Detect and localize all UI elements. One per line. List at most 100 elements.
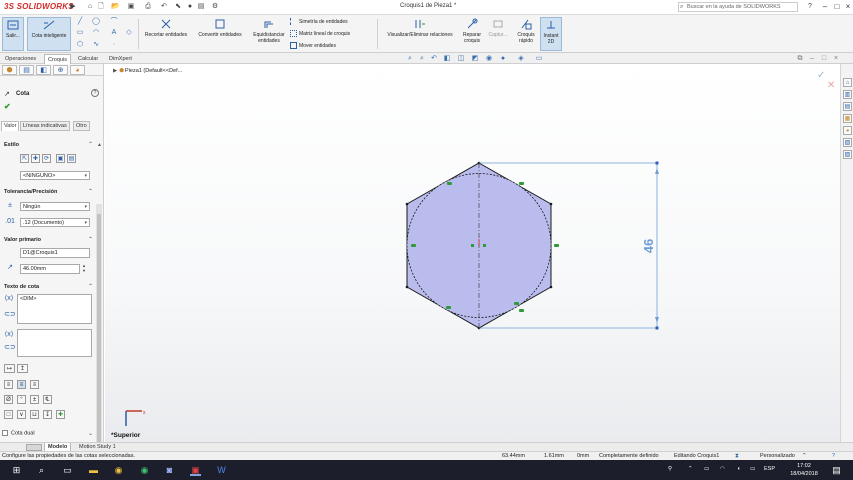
centerline-symbol-icon[interactable]: ℄ [43,395,52,404]
edit-appearance-icon[interactable]: ● [499,55,507,62]
relation-icon[interactable] [471,244,474,247]
dimension-text-area[interactable]: <DIM> [17,294,92,324]
confirmation-corner-cancel-icon[interactable]: ✕ [827,80,835,91]
restore-doc-icon[interactable]: □ [820,55,828,62]
spline-icon[interactable]: ∿ [92,41,100,49]
section-view-icon[interactable]: ◧ [443,55,451,62]
battery-icon[interactable]: ▭ [704,466,709,472]
subtab-lineas-indicativas[interactable]: Líneas indicativas [20,121,70,131]
vertex-point[interactable] [549,285,553,289]
feature-manager-tab-icon[interactable]: ⬢ [2,65,17,75]
tangent-relation-icon[interactable] [446,306,451,309]
collapse-icon[interactable]: ⌃ [88,141,93,148]
chrome-icon[interactable]: ◉ [113,465,124,476]
system-clock[interactable]: 17:02 18/04/2018 [780,462,828,478]
add-style-icon[interactable]: ✚ [31,154,40,163]
vertex-point[interactable] [405,202,409,206]
volume-icon[interactable]: ◖ [737,466,740,472]
print-icon[interactable]: ⎙ [144,3,152,11]
square-symbol-icon[interactable]: □ [4,410,13,419]
minimize-button[interactable]: – [819,2,831,12]
panel-scrollbar[interactable] [96,204,102,480]
move-entities-button[interactable]: Mover entidades [290,42,336,49]
search-icon[interactable]: ⌕ [36,465,47,476]
dimension-text-below-area[interactable] [17,329,92,357]
sketch-drawing[interactable]: 46 x [105,64,840,442]
select-icon[interactable]: ⬉ [174,3,182,11]
spotify-icon[interactable]: ◉ [139,465,150,476]
repair-sketch-button[interactable]: Reparar croquis [460,17,484,51]
view-orientation-icon[interactable]: ◫ [457,55,465,62]
tab-operaciones[interactable]: Operaciones [2,54,39,64]
people-icon[interactable]: ⚲ [668,466,672,472]
property-manager-tab-icon[interactable]: ▤ [19,65,34,75]
word-icon[interactable]: W [216,465,227,476]
display-style-icon[interactable]: ◩ [471,55,479,62]
hide-show-items-icon[interactable]: ◉ [485,55,493,62]
save-icon[interactable]: ▣ [127,3,135,11]
equal-relation-icon[interactable] [519,309,524,312]
offset-entities-button[interactable]: Equidistanciar entidades [248,17,290,51]
value-spinner[interactable]: ▲ ▼ [82,263,86,273]
custom-properties-icon[interactable]: ▧ [843,138,852,147]
arc-icon[interactable]: ◠ [92,29,100,37]
tangent-relation-icon[interactable] [554,244,559,247]
new-document-icon[interactable]: 🗋 [97,3,105,11]
close-doc-icon[interactable]: × [832,55,840,62]
align-right-icon[interactable]: ≡ [30,380,39,389]
line-icon[interactable]: ╱ [76,18,84,26]
display-delete-relations-button[interactable]: Visualizar/Eliminar relaciones [380,17,460,51]
capture-button[interactable]: Captur... [486,17,510,51]
style-select[interactable]: <NINGUNO> ▾ [20,171,90,180]
degree-symbol-icon[interactable]: ° [17,395,26,404]
options-gear-icon[interactable]: ⚙ [211,3,219,11]
solidworks-taskbar-icon[interactable]: ▣ [190,465,201,476]
minimize-doc-icon[interactable]: – [808,55,816,62]
confirmation-corner-ok-icon[interactable]: ✓ [817,70,825,81]
dimension-value-field[interactable]: 46.00mm [20,264,80,274]
view-settings-icon[interactable]: ▭ [535,55,543,62]
help-search-input[interactable]: ⌕ Buscar en la ayuda de SOLIDWORKS [678,2,798,12]
update-style-icon[interactable]: ⟳ [42,154,51,163]
tab-calcular[interactable]: Calcular [75,54,101,64]
tile-windows-icon[interactable]: ⧉ [796,55,804,62]
rectangle-icon[interactable]: ▭ [76,29,84,37]
scroll-up-arrow-icon[interactable]: ▲ [97,142,102,148]
solidworks-logo[interactable]: 3S SOLIDWORKS [4,2,74,11]
open-icon[interactable]: 📂 [111,3,120,11]
plane-icon[interactable]: ◇ [125,29,133,37]
subtab-valor[interactable]: Valor [1,121,20,131]
tangent-relation-icon[interactable] [447,182,452,185]
exit-sketch-button[interactable]: Salir... [2,17,24,51]
task-view-icon[interactable]: ▭ [62,465,73,476]
file-explorer-icon[interactable]: ▬ [88,465,99,476]
counterbore-symbol-icon[interactable]: ⊔ [30,410,39,419]
design-library-icon[interactable]: ▥ [843,90,852,99]
justify-left-arrows-icon[interactable]: ↦ [4,364,15,373]
media-player-icon[interactable]: ◙ [164,465,175,476]
align-center-icon[interactable]: ≡ [17,380,26,389]
file-properties-icon[interactable]: ▤ [197,3,205,11]
linear-pattern-button[interactable]: Matriz lineal de croquis [290,30,350,37]
input-language[interactable]: ESP [764,466,775,472]
tolerance-type-select[interactable]: Ningún ▾ [20,202,90,211]
solidworks-resources-icon[interactable]: ⌂ [843,78,852,87]
tray-chevron-icon[interactable]: ⌃ [688,466,693,472]
home-icon[interactable]: ⌂ [86,3,94,11]
sketch-fillet-icon[interactable]: ⌒ [110,18,118,26]
close-button[interactable]: × [842,2,853,12]
link-text-below-icon[interactable]: ⊂⊃ [4,343,16,353]
graphics-area[interactable]: ▶ ⬢Pieza1 (Default<<Def... 46 x *Superio… [105,64,840,442]
relation-icon[interactable] [483,244,486,247]
link-text-icon[interactable]: ⊂⊃ [4,310,16,320]
expand-menu-icon[interactable]: ▶ [69,3,77,11]
rapid-sketch-button[interactable]: Croquis rápido [514,17,538,51]
tab-dimxpert[interactable]: DimXpert [106,54,135,64]
collapse-icon[interactable]: ⌃ [88,188,93,195]
appearances-icon[interactable]: ◕ [843,126,852,135]
circle-icon[interactable]: ◯ [92,18,100,26]
more-symbols-icon[interactable]: ✚ [56,410,65,419]
save-style-icon[interactable]: ▣ [56,154,65,163]
dimension-handle[interactable] [655,326,659,330]
text-icon[interactable]: A [110,29,118,37]
